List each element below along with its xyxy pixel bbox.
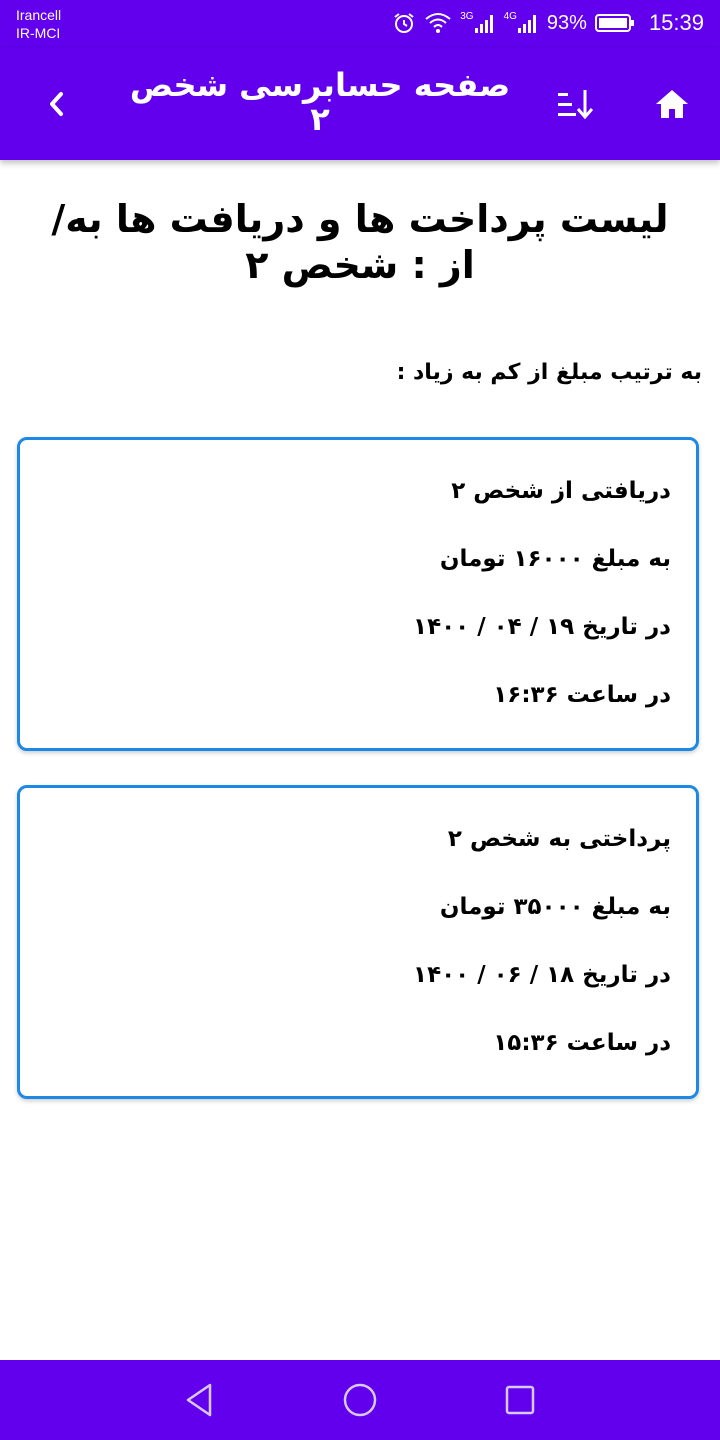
transaction-date: در تاریخ ۱۸ / ۰۶ / ۱۴۰۰ — [413, 962, 671, 988]
status-bar: Irancell IR-MCI 3G 4G 93% 15:39 — [0, 0, 720, 48]
chevron-left-icon — [50, 92, 63, 116]
transaction-amount: به مبلغ ۳۵۰۰۰ تومان — [439, 894, 671, 920]
transaction-card[interactable]: دریافتی از شخص ۲ به مبلغ ۱۶۰۰۰ تومان در … — [17, 437, 699, 751]
transaction-time: در ساعت ۱۶:۳۶ — [493, 682, 671, 708]
nav-home-button[interactable] — [340, 1380, 380, 1420]
app-title: صفحه حسابرسی شخص ۲ — [129, 66, 511, 138]
sort-icon — [558, 90, 594, 120]
wifi-icon — [424, 11, 452, 35]
sort-order-label: به ترتیب مبلغ از کم به زیاد : — [396, 360, 702, 385]
nav-home-icon — [343, 1383, 377, 1417]
nav-recent-icon — [505, 1385, 535, 1415]
signal-4g-icon: 4G — [504, 12, 539, 34]
status-icons: 3G 4G 93% 15:39 — [392, 10, 704, 36]
transaction-type: دریافتی از شخص ۲ — [451, 478, 671, 504]
app-bar: صفحه حسابرسی شخص ۲ — [0, 48, 720, 160]
home-button[interactable] — [648, 82, 696, 126]
alarm-icon — [392, 11, 416, 35]
battery-icon — [594, 13, 635, 33]
nav-recent-button[interactable] — [500, 1380, 540, 1420]
clock: 15:39 — [648, 10, 704, 35]
back-button[interactable] — [36, 84, 76, 124]
transaction-card[interactable]: پرداختی به شخص ۲ به مبلغ ۳۵۰۰۰ تومان در … — [17, 785, 699, 1099]
battery-percent: 93% — [546, 11, 587, 34]
network-type-label: 3G — [460, 11, 474, 22]
nav-back-icon — [186, 1383, 212, 1417]
transaction-amount: به مبلغ ۱۶۰۰۰ تومان — [439, 546, 671, 572]
signal-3g-icon: 3G — [460, 12, 495, 34]
transaction-date: در تاریخ ۱۹ / ۰۴ / ۱۴۰۰ — [413, 614, 671, 640]
nav-back-button[interactable] — [180, 1380, 220, 1420]
carrier-info: Irancell IR-MCI — [16, 6, 61, 42]
network-type-label: 4G — [503, 11, 517, 22]
carrier-name: Irancell — [16, 7, 62, 23]
sort-button[interactable] — [552, 82, 598, 126]
carrier-secondary: IR-MCI — [16, 25, 61, 41]
home-icon — [656, 90, 688, 118]
transaction-time: در ساعت ۱۵:۳۶ — [493, 1030, 671, 1056]
page-title: لیست پرداخت ها و دریافت ها به/از : شخص ۲ — [51, 197, 669, 287]
system-nav-bar — [0, 1360, 720, 1440]
transaction-type: پرداختی به شخص ۲ — [447, 826, 671, 852]
